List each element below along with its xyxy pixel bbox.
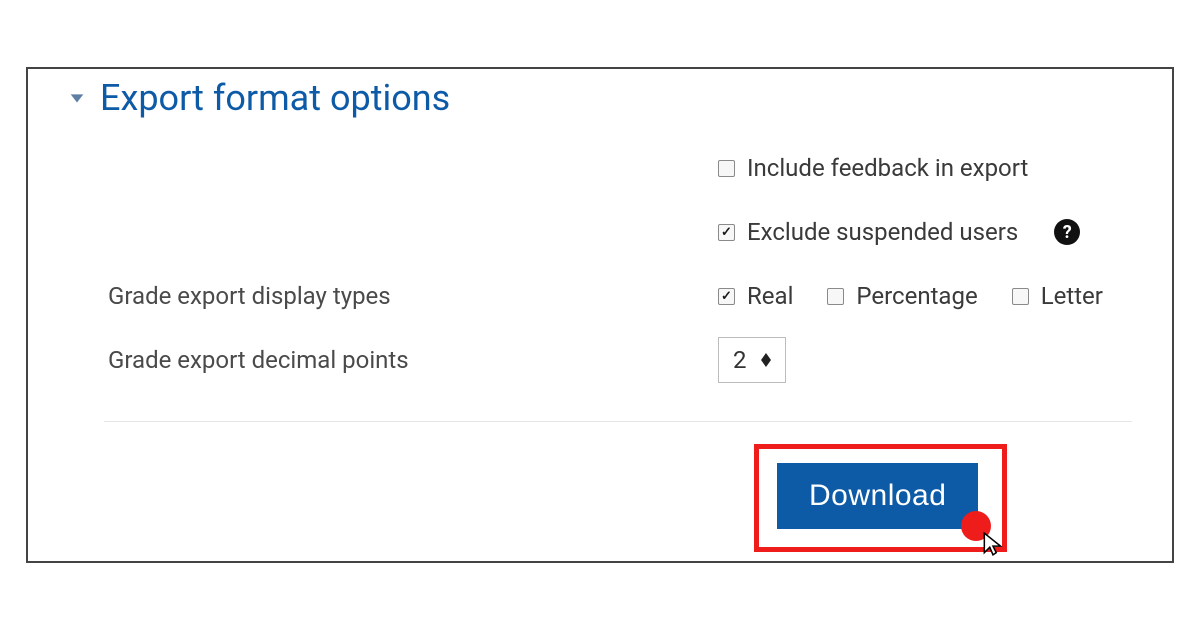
annotation-highlight: Download — [754, 444, 1007, 552]
decimal-points-label: Grade export decimal points — [68, 346, 718, 374]
export-format-panel: Export format options Include feedback i… — [26, 67, 1174, 563]
row-exclude-suspended: Exclude suspended users ? — [68, 191, 1132, 273]
help-icon[interactable]: ? — [1054, 219, 1080, 245]
display-type-letter-label: Letter — [1041, 282, 1103, 310]
display-types-label: Grade export display types — [68, 282, 718, 310]
collapse-caret-icon[interactable] — [68, 89, 86, 107]
exclude-suspended-checkbox[interactable] — [718, 224, 735, 241]
include-feedback-checkbox[interactable] — [718, 160, 735, 177]
action-row: Download — [68, 444, 1132, 552]
display-type-real-checkbox[interactable] — [718, 288, 735, 305]
exclude-suspended-label: Exclude suspended users — [747, 218, 1018, 246]
display-type-percentage-checkbox[interactable] — [827, 288, 844, 305]
divider — [104, 421, 1132, 422]
row-display-types: Grade export display types Real Percenta… — [68, 273, 1132, 319]
row-include-feedback: Include feedback in export — [68, 145, 1132, 191]
include-feedback-label: Include feedback in export — [747, 154, 1028, 182]
display-type-percentage-label: Percentage — [856, 282, 977, 310]
section-title: Export format options — [100, 77, 450, 119]
cursor-icon — [980, 531, 1006, 557]
decimal-points-select[interactable]: 2 — [718, 337, 786, 383]
display-type-real-label: Real — [747, 282, 793, 310]
download-button[interactable]: Download — [777, 463, 978, 529]
decimal-points-value: 2 — [733, 346, 747, 374]
select-arrows-icon — [761, 353, 771, 367]
row-decimal-points: Grade export decimal points 2 — [68, 319, 1132, 401]
section-header[interactable]: Export format options — [68, 77, 1132, 119]
display-type-letter-checkbox[interactable] — [1012, 288, 1029, 305]
